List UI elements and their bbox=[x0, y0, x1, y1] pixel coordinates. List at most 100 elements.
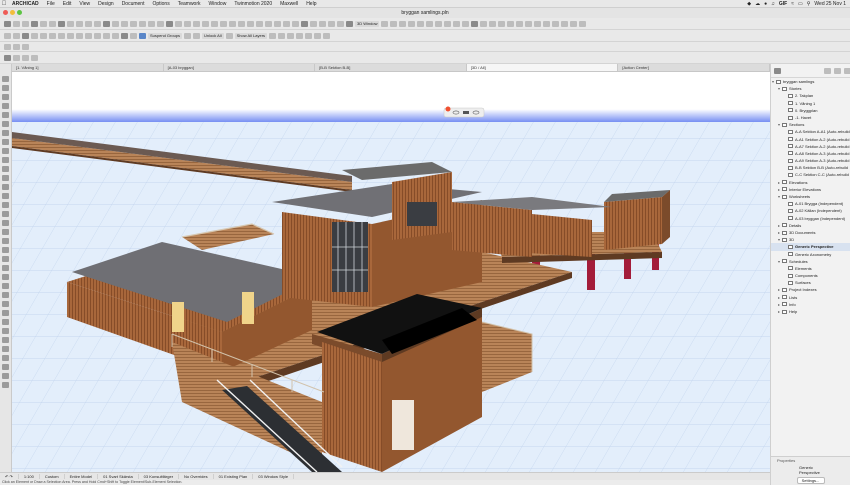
zoom-icon[interactable] bbox=[130, 20, 137, 27]
elevation-tool-icon[interactable] bbox=[2, 328, 9, 334]
twinmotion-icon[interactable] bbox=[525, 20, 533, 27]
apple-icon[interactable]:  bbox=[0, 1, 8, 7]
new-file-icon[interactable] bbox=[4, 20, 11, 27]
nav-item[interactable]: ▾ Sections bbox=[771, 121, 850, 128]
column-tool-icon[interactable] bbox=[2, 121, 9, 127]
group-icon[interactable] bbox=[301, 20, 308, 27]
tab-worksheet-a03[interactable]: [A-03 bryggan] bbox=[164, 64, 316, 71]
arrow-tool-icon[interactable] bbox=[2, 76, 9, 82]
curtain-wall-tool-icon[interactable] bbox=[2, 175, 9, 181]
nav-item[interactable]: 1. Våning 1 bbox=[771, 100, 850, 107]
messages-icon[interactable] bbox=[489, 20, 497, 27]
pen-set[interactable]: 03 Konsultfärger bbox=[139, 474, 180, 479]
bring-front-icon[interactable] bbox=[121, 32, 128, 39]
cloud-icon[interactable]: ☁ bbox=[755, 1, 760, 7]
nav-item[interactable]: A-A1 Sektion A-2 (Auto-rebuild bbox=[771, 136, 850, 143]
publisher-icon[interactable] bbox=[844, 67, 850, 74]
lock-layer-icon[interactable] bbox=[269, 32, 277, 39]
intersect-icon[interactable] bbox=[283, 20, 290, 27]
dropbox-icon[interactable]: ◆ bbox=[747, 1, 751, 7]
chevron-down-icon[interactable]: ▾ bbox=[778, 121, 780, 128]
info-box-icon[interactable] bbox=[4, 43, 11, 50]
drag-icon[interactable] bbox=[220, 20, 227, 27]
more-icon[interactable] bbox=[579, 20, 587, 27]
grid-tool-icon[interactable] bbox=[2, 364, 9, 370]
dimension-tool-icon[interactable] bbox=[2, 238, 9, 244]
window-tool-icon[interactable] bbox=[2, 112, 9, 118]
project-map-icon[interactable] bbox=[774, 67, 781, 74]
add-points-icon[interactable] bbox=[58, 32, 65, 39]
pointer-icon[interactable] bbox=[31, 20, 38, 27]
floor-plan-icon[interactable] bbox=[346, 20, 353, 27]
roof-ops-icon[interactable] bbox=[103, 32, 110, 39]
cut-icon[interactable] bbox=[166, 20, 173, 27]
polyline-icon[interactable] bbox=[76, 32, 83, 39]
undo-status-icon[interactable]: ↶ ↷ bbox=[0, 474, 19, 479]
bim-icon[interactable] bbox=[498, 20, 506, 27]
menu-file[interactable]: File bbox=[43, 1, 59, 7]
menu-help[interactable]: Help bbox=[302, 1, 320, 7]
wire-icon[interactable] bbox=[296, 32, 304, 39]
display-order-icon[interactable] bbox=[337, 20, 344, 27]
connect-icon[interactable] bbox=[94, 32, 101, 39]
detail-tool-icon[interactable] bbox=[2, 337, 9, 343]
magic-wand-icon[interactable] bbox=[49, 20, 56, 27]
home-icon[interactable] bbox=[22, 54, 29, 61]
polyline-tool-icon[interactable] bbox=[2, 301, 9, 307]
nav-item[interactable]: A-A8 Sektion A-3 (Auto-rebuild bbox=[771, 150, 850, 157]
explore-icon[interactable] bbox=[444, 20, 452, 27]
settings-icon[interactable] bbox=[552, 20, 560, 27]
nav-item[interactable]: C-C Sektion C-C (Auto-rebuild bbox=[771, 171, 850, 178]
tab-section-bb[interactable]: [B-B Sektion B-B] bbox=[315, 64, 467, 71]
renovation-filter[interactable]: 01 Existing Plan bbox=[214, 474, 254, 479]
suspend-groups-button[interactable]: Suspend Groups bbox=[148, 32, 183, 39]
snap-icon[interactable] bbox=[85, 20, 92, 27]
layer-combination[interactable]: 01 Svart Skärsta bbox=[98, 474, 139, 479]
chevron-down-icon[interactable]: ▾ bbox=[778, 193, 780, 200]
roof-tool-icon[interactable] bbox=[2, 148, 9, 154]
nav-item[interactable]: ▾ 3D bbox=[771, 236, 850, 243]
unlock-element-icon[interactable] bbox=[193, 32, 201, 39]
render-icon[interactable] bbox=[408, 20, 416, 27]
nav-item[interactable]: ▾ bryggan samlings bbox=[771, 78, 850, 85]
nav-item[interactable]: ▸ 3D Documents bbox=[771, 229, 850, 236]
menu-teamwork[interactable]: Teamwork bbox=[174, 1, 205, 7]
move-icon[interactable] bbox=[4, 32, 11, 39]
wall-tool-icon[interactable] bbox=[2, 94, 9, 100]
align-icon[interactable] bbox=[247, 20, 254, 27]
nav-item[interactable]: A-02 Källan (Independent) bbox=[771, 207, 850, 214]
menu-document[interactable]: Document bbox=[118, 1, 149, 7]
marquee-3d-icon[interactable] bbox=[314, 32, 322, 39]
pen-icon[interactable] bbox=[67, 20, 74, 27]
chevron-right-icon[interactable]: ▸ bbox=[778, 286, 780, 293]
chevron-down-icon[interactable]: ▾ bbox=[772, 78, 774, 85]
chevron-down-icon[interactable]: ▾ bbox=[778, 236, 780, 243]
forward-icon[interactable] bbox=[13, 54, 20, 61]
solid-ops-icon[interactable] bbox=[85, 32, 92, 39]
nav-item[interactable]: A-03 bryggan (Independent) bbox=[771, 215, 850, 222]
nav-item[interactable]: ▸ Lists bbox=[771, 294, 850, 301]
elevation-icon[interactable] bbox=[390, 20, 398, 27]
object-tool-icon[interactable] bbox=[2, 202, 9, 208]
layers-icon[interactable] bbox=[58, 20, 65, 27]
nav-item[interactable]: ▸ Interior Elevations bbox=[771, 186, 850, 193]
publish-icon[interactable] bbox=[516, 20, 524, 27]
pointer-small-icon[interactable] bbox=[31, 54, 38, 61]
pick-icon[interactable] bbox=[13, 43, 20, 50]
ungroup-icon[interactable] bbox=[310, 20, 317, 27]
level-tool-icon[interactable] bbox=[2, 247, 9, 253]
navigation-controls[interactable] bbox=[443, 106, 485, 118]
settings-button[interactable]: Settings... bbox=[796, 477, 825, 484]
shell-tool-icon[interactable] bbox=[2, 184, 9, 190]
wall-ops-icon[interactable] bbox=[112, 32, 119, 39]
graphic-override[interactable]: No Overrides bbox=[179, 474, 214, 479]
marquee-icon[interactable] bbox=[40, 20, 47, 27]
camera-tool-icon[interactable] bbox=[2, 373, 9, 379]
nav-item[interactable]: ▸ Elevations bbox=[771, 179, 850, 186]
unlock-all-button[interactable]: Unlock All bbox=[202, 32, 224, 39]
lamp-tool-icon[interactable] bbox=[2, 211, 9, 217]
chevron-right-icon[interactable]: ▸ bbox=[778, 179, 780, 186]
mesh-tool-icon[interactable] bbox=[2, 229, 9, 235]
nav-item[interactable]: Generic Axonometry bbox=[771, 251, 850, 258]
send-receive-icon[interactable] bbox=[480, 20, 488, 27]
